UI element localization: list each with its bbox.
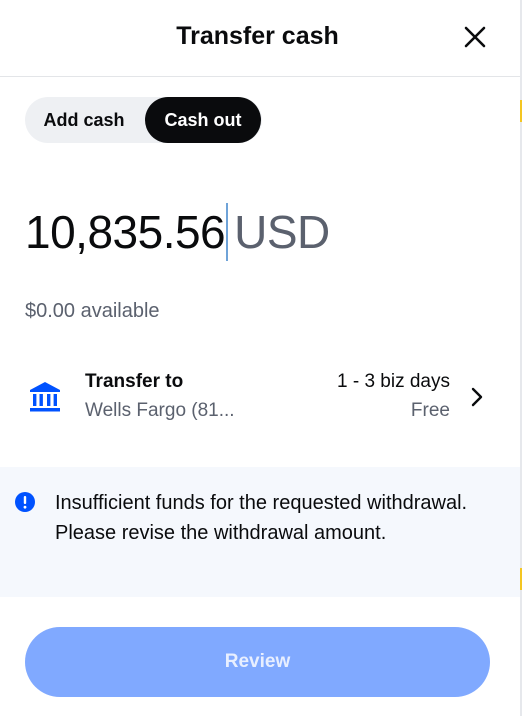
transfer-speed: 1 - 3 biz days	[337, 371, 450, 392]
amount-value: 10,835.56	[25, 206, 226, 258]
amount-input[interactable]: 10,835.56 USD	[25, 203, 330, 261]
chevron-right-icon	[471, 387, 483, 407]
transfer-cash-modal: Transfer cash Add cash Cash out 10,835.5…	[0, 0, 520, 716]
available-balance: $0.00 available	[25, 300, 160, 322]
transfer-destination-row[interactable]: Transfer to Wells Fargo (81... 1 - 3 biz…	[0, 360, 520, 436]
alert-message: Insufficient funds for the requested wit…	[55, 492, 468, 544]
close-icon	[464, 26, 486, 48]
tab-cash-out[interactable]: Cash out	[145, 97, 261, 143]
insufficient-funds-alert: Insufficient funds for the requested wit…	[0, 467, 520, 597]
review-button[interactable]: Review	[25, 627, 490, 697]
transfer-to-label: Transfer to	[85, 371, 184, 392]
transfer-type-toggle: Add cash Cash out	[25, 97, 262, 143]
modal-title: Transfer cash	[176, 22, 339, 50]
bank-account-name: Wells Fargo (81...	[85, 400, 235, 421]
tab-add-cash[interactable]: Add cash	[25, 97, 143, 143]
text-cursor	[226, 203, 229, 261]
close-button[interactable]	[458, 20, 492, 54]
transfer-fee: Free	[410, 400, 450, 421]
amount-currency: USD	[234, 206, 330, 258]
alert-icon	[15, 492, 35, 512]
bank-icon	[30, 382, 60, 412]
modal-header: Transfer cash	[0, 0, 520, 77]
